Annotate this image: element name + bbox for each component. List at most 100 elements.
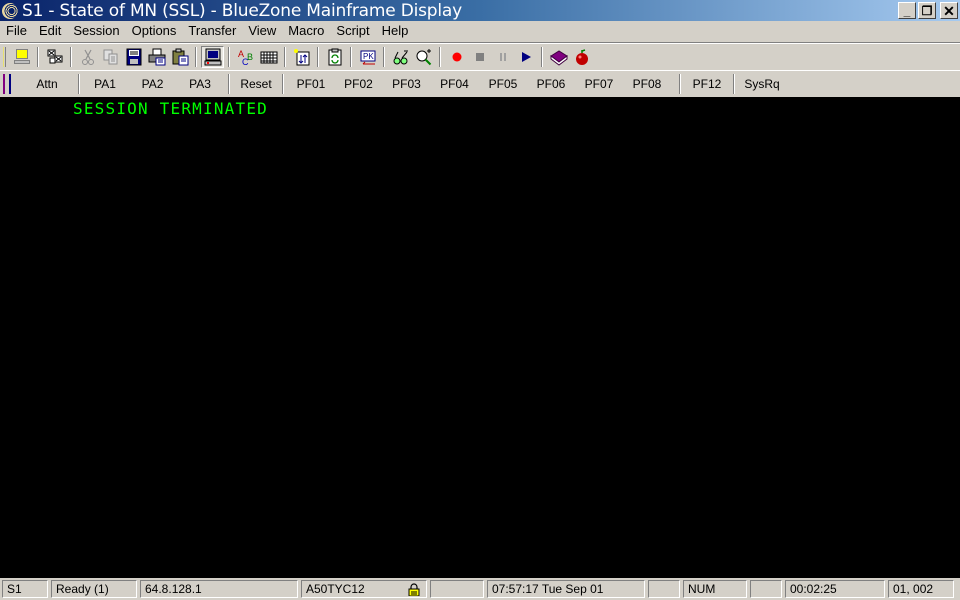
key-pf07[interactable]: PF07 — [571, 77, 627, 91]
key-pf01[interactable]: PF01 — [284, 77, 338, 91]
cut-icon — [81, 49, 94, 65]
key-pf03[interactable]: PF03 — [379, 77, 434, 91]
toolbar-grip[interactable] — [3, 46, 6, 67]
help-book-button[interactable] — [547, 46, 570, 68]
toolbar-separator — [37, 46, 39, 67]
paste-icon — [172, 48, 188, 65]
status-state: Ready (1) — [51, 580, 137, 598]
paste-button[interactable] — [168, 46, 191, 68]
save-screen-icon — [126, 48, 141, 65]
keypad-bar: Attn PA1 PA2 PA3 Reset PF01 PF02 PF03 PF… — [0, 70, 960, 97]
print-icon — [148, 48, 165, 65]
key-pf12[interactable]: PF12 — [681, 77, 733, 91]
status-cursor-position: 01, 002 — [888, 580, 954, 598]
status-num-lock: NUM — [683, 580, 747, 598]
transfer-button[interactable] — [290, 46, 313, 68]
minimize-icon: _ — [903, 3, 911, 18]
key-attn[interactable]: Attn — [22, 77, 72, 91]
play-icon — [521, 51, 531, 62]
copy-button[interactable] — [99, 46, 122, 68]
menu-macro[interactable]: Macro — [282, 23, 330, 38]
menu-file[interactable]: File — [0, 23, 33, 38]
key-pa2[interactable]: PA2 — [130, 77, 175, 91]
toolbar-separator — [439, 46, 441, 67]
key-pa1[interactable]: PA1 — [80, 77, 130, 91]
menu-bar: File Edit Session Options Transfer View … — [0, 21, 960, 40]
menu-transfer[interactable]: Transfer — [182, 23, 242, 38]
toolbar-separator — [383, 46, 385, 67]
pause-macro-button[interactable] — [491, 46, 514, 68]
play-macro-button[interactable] — [514, 46, 537, 68]
cut-button[interactable] — [76, 46, 99, 68]
key-pf06[interactable]: PF06 — [531, 77, 571, 91]
glasses-button[interactable] — [389, 46, 412, 68]
close-button[interactable]: ✕ — [940, 2, 958, 19]
menu-options[interactable]: Options — [126, 23, 183, 38]
menu-help[interactable]: Help — [376, 23, 415, 38]
keybar-grip[interactable] — [3, 74, 6, 94]
refresh-button[interactable] — [323, 46, 346, 68]
pk-icon: PK — [360, 50, 375, 64]
title-bar: S1 - State of MN (SSL) - BlueZone Mainfr… — [0, 0, 960, 21]
key-pf05[interactable]: PF05 — [475, 77, 531, 91]
stop-macro-button[interactable] — [468, 46, 491, 68]
toolbar-separator — [317, 46, 319, 67]
status-blank-3 — [750, 580, 782, 598]
zoom-icon — [416, 48, 431, 65]
key-pf02[interactable]: PF02 — [338, 77, 379, 91]
key-sysrq[interactable]: SysRq — [735, 77, 789, 91]
key-reset[interactable]: Reset — [230, 77, 282, 91]
glasses-icon — [393, 50, 408, 64]
keyboard-button[interactable] — [257, 46, 280, 68]
status-lu-name-cell: A50TYC12 — [301, 580, 427, 598]
apple-icon — [575, 48, 588, 65]
toolbar-separator — [541, 46, 543, 67]
restore-button[interactable]: ❐ — [918, 2, 936, 19]
key-pf04[interactable]: PF04 — [434, 77, 475, 91]
key-pa3[interactable]: PA3 — [175, 77, 225, 91]
lock-icon — [408, 583, 420, 596]
restore-icon: ❐ — [921, 3, 933, 18]
menu-view[interactable]: View — [242, 23, 282, 38]
toolbar-separator — [228, 46, 230, 67]
connect-button[interactable] — [10, 46, 33, 68]
save-screen-button[interactable] — [122, 46, 145, 68]
status-blank-2 — [648, 580, 680, 598]
status-host: 64.8.128.1 — [140, 580, 298, 598]
apple-button[interactable] — [570, 46, 593, 68]
window-controls: _ ❐ ✕ — [898, 2, 958, 19]
close-icon: ✕ — [943, 2, 955, 19]
book-icon — [549, 49, 568, 66]
menu-script[interactable]: Script — [330, 23, 375, 38]
toolbar-separator — [195, 46, 197, 67]
font-button[interactable]: ACB — [234, 46, 257, 68]
record-icon — [452, 52, 461, 61]
stop-icon — [475, 52, 484, 61]
window-title: S1 - State of MN (SSL) - BlueZone Mainfr… — [22, 0, 462, 21]
display-button[interactable] — [201, 45, 224, 68]
keybar-grip-secondary[interactable] — [9, 74, 12, 94]
bluezone-app-icon[interactable] — [2, 2, 18, 19]
pk-button[interactable]: PK — [356, 46, 379, 68]
svg-text:B: B — [247, 52, 253, 62]
toolbar-separator — [350, 46, 352, 67]
refresh-icon — [328, 48, 341, 65]
connect-icon — [13, 48, 30, 64]
status-elapsed-time: 00:02:25 — [785, 580, 885, 598]
print-button[interactable] — [145, 46, 168, 68]
minimize-button[interactable]: _ — [898, 2, 916, 19]
disconnect-button[interactable] — [43, 46, 66, 68]
disconnect-icon — [47, 49, 62, 63]
status-clock: 07:57:17 Tue Sep 01 — [487, 580, 645, 598]
status-lu-name: A50TYC12 — [306, 582, 365, 596]
zoom-button[interactable] — [412, 46, 435, 68]
status-blank-1 — [430, 580, 484, 598]
toolbar-separator — [284, 46, 286, 67]
record-macro-button[interactable] — [445, 46, 468, 68]
menu-session[interactable]: Session — [67, 23, 125, 38]
terminal-screen[interactable]: SESSION TERMINATED — [0, 97, 960, 578]
menu-edit[interactable]: Edit — [33, 23, 67, 38]
display-icon — [204, 48, 221, 65]
key-pf08[interactable]: PF08 — [627, 77, 667, 91]
svg-text:PK: PK — [363, 52, 374, 61]
